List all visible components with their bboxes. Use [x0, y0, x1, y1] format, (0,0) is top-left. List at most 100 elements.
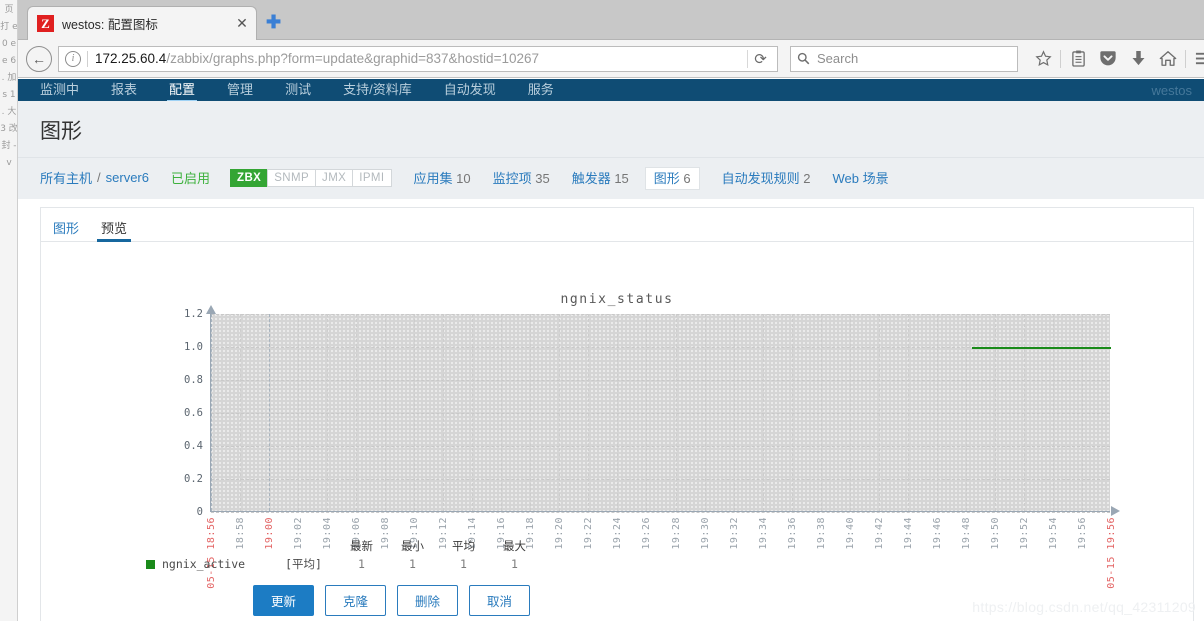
- home-icon[interactable]: [1153, 45, 1183, 73]
- breadcrumb-all-hosts[interactable]: 所有主机: [40, 168, 92, 187]
- x-axis-arrow: [1111, 506, 1120, 516]
- y-tick-5: 1.0: [184, 341, 203, 353]
- x-tick-29: 19:54: [1047, 517, 1059, 550]
- panel-tab-0[interactable]: 图形: [53, 218, 79, 241]
- gridline-v-24: [907, 314, 909, 511]
- top-nav-item-7[interactable]: 服务: [512, 79, 570, 101]
- top-nav-item-1[interactable]: 报表: [95, 79, 153, 101]
- entity-link-4[interactable]: 自动发现规则 2: [722, 171, 811, 186]
- legend-spacer-2: [259, 538, 336, 556]
- y-axis-arrow: [206, 305, 216, 314]
- x-tick-24: 19:44: [902, 517, 914, 550]
- interface-badge-ipmi: IPMI: [352, 168, 392, 187]
- close-icon[interactable]: ✕: [234, 15, 250, 32]
- gridline-v-21: [820, 314, 822, 511]
- legend-spacer-1: [146, 538, 259, 556]
- gridline-v-25: [936, 314, 938, 511]
- gridline-v-0: [211, 314, 212, 511]
- gridline-h-3: [211, 413, 1110, 414]
- top-nav-item-2[interactable]: 配置: [153, 79, 211, 101]
- top-nav-item-3[interactable]: 管理: [211, 79, 269, 101]
- legend-col-2: 平均: [451, 541, 475, 553]
- gridline-v-3: [298, 314, 300, 511]
- url-path: /zabbix/graphs.php?form=update&graphid=8…: [166, 51, 539, 66]
- site-info-icon[interactable]: i: [65, 50, 81, 67]
- legend-color-swatch: [146, 560, 155, 569]
- top-nav-items: 监测中 报表 配置 管理 测试 支持/资料库 自动发现 服务: [24, 79, 570, 101]
- x-tick-23: 19:42: [873, 517, 885, 550]
- star-icon[interactable]: [1028, 45, 1058, 73]
- graph-panel: 图形 预览 ngnix_status 0 0.2 0.4 0.6 0.8 1.0 1.2 05…: [40, 207, 1194, 621]
- download-icon[interactable]: [1123, 45, 1153, 73]
- entity-link-count-3: 6: [679, 171, 691, 186]
- legend-stat-3: 1: [510, 557, 518, 571]
- y-tick-2: 0.4: [184, 440, 203, 452]
- legend-col-1: 最小: [400, 541, 424, 553]
- gridline-v-8: [443, 314, 445, 511]
- panel-tab-1[interactable]: 预览: [97, 218, 132, 242]
- gridline-v-17: [704, 314, 706, 511]
- legend-stat-1: 1: [408, 557, 416, 571]
- current-user-label[interactable]: westos: [1152, 83, 1192, 98]
- library-icon[interactable]: [1063, 45, 1093, 73]
- top-nav-item-0[interactable]: 监测中: [24, 79, 95, 101]
- entity-link-count-2: 15: [610, 171, 629, 186]
- chart-gridlines: [211, 314, 1110, 513]
- gridline-v-12: [559, 314, 561, 511]
- gridline-v-11: [530, 314, 532, 511]
- search-input[interactable]: Search: [790, 45, 1018, 72]
- button-1[interactable]: 克隆: [325, 585, 387, 616]
- button-0[interactable]: 更新: [253, 585, 315, 616]
- url-text: 172.25.60.4/zabbix/graphs.php?form=updat…: [95, 51, 539, 66]
- legend-col-3: 最大: [502, 541, 526, 553]
- zabbix-favicon: Z: [37, 15, 54, 32]
- x-tick-14: 19:24: [612, 517, 624, 550]
- breadcrumb-separator: /: [97, 170, 101, 185]
- gridline-h-2: [211, 446, 1110, 447]
- top-nav-item-4[interactable]: 测试: [269, 79, 327, 101]
- entity-link-5[interactable]: Web 场景: [833, 171, 889, 186]
- back-icon[interactable]: ←: [26, 45, 52, 72]
- browser-tabstrip: Z westos: 配置图标 ✕ ✚: [18, 0, 1204, 40]
- y-tick-3: 0.6: [184, 407, 203, 419]
- search-placeholder: Search: [817, 51, 859, 66]
- entity-link-3[interactable]: 图形 6: [644, 167, 700, 190]
- panel-tabs: 图形 预览: [41, 208, 1193, 242]
- browser-tab[interactable]: Z westos: 配置图标 ✕: [27, 6, 257, 40]
- gridline-v-14: [617, 314, 619, 511]
- new-tab-icon[interactable]: ✚: [266, 13, 281, 31]
- gridline-v-22: [849, 314, 851, 511]
- button-2[interactable]: 删除: [397, 585, 459, 616]
- entity-link-1[interactable]: 监控项 35: [493, 171, 550, 186]
- gridline-h-4: [211, 380, 1110, 381]
- x-tick-25: 19:46: [931, 517, 943, 550]
- x-tick-16: 19:28: [670, 517, 682, 550]
- y-tick-4: 0.8: [184, 374, 203, 386]
- url-bar[interactable]: i 172.25.60.4/zabbix/graphs.php?form=upd…: [58, 45, 778, 72]
- series-line-0: [971, 347, 1111, 349]
- button-3[interactable]: 取消: [469, 585, 531, 616]
- gridline-h-1: [211, 479, 1110, 480]
- graph-preview: ngnix_status 0 0.2 0.4 0.6 0.8 1.0 1.2 05-15 1…: [41, 242, 1193, 621]
- browser-navbar: ← i 172.25.60.4/zabbix/graphs.php?form=u…: [18, 40, 1204, 78]
- legend-header-row: 最新 最小 平均 最大: [146, 538, 540, 556]
- entity-link-0[interactable]: 应用集 10: [414, 171, 471, 186]
- entity-links: 应用集 10 监控项 35 触发器 15 图形 6 自动发现规则 2 Web 场景: [392, 167, 889, 190]
- breadcrumb-host[interactable]: server6: [106, 170, 149, 185]
- form-buttons: 更新 克隆 删除 取消: [253, 585, 541, 616]
- gridline-v-26: [965, 314, 967, 511]
- gridline-v-23: [878, 314, 880, 511]
- url-host: 172.25.60.4: [95, 51, 167, 66]
- menu-icon[interactable]: [1188, 45, 1204, 73]
- top-nav-item-5[interactable]: 支持/资料库: [327, 79, 428, 101]
- gridline-v-6: [385, 314, 387, 511]
- entity-link-2[interactable]: 触发器 15: [572, 171, 629, 186]
- reload-icon[interactable]: ⟳: [747, 49, 773, 68]
- gridline-h-0: [211, 512, 1110, 513]
- background-window-text: 页 打 e 0 e e 6 . 加 s 1 . 大 3 改 封 - v: [0, 5, 18, 168]
- pocket-icon[interactable]: [1093, 45, 1123, 73]
- page-header: 图形: [18, 101, 1204, 158]
- host-status-enabled[interactable]: 已启用: [171, 168, 210, 187]
- gridline-v-28: [1023, 314, 1025, 511]
- top-nav-item-6[interactable]: 自动发现: [428, 79, 512, 101]
